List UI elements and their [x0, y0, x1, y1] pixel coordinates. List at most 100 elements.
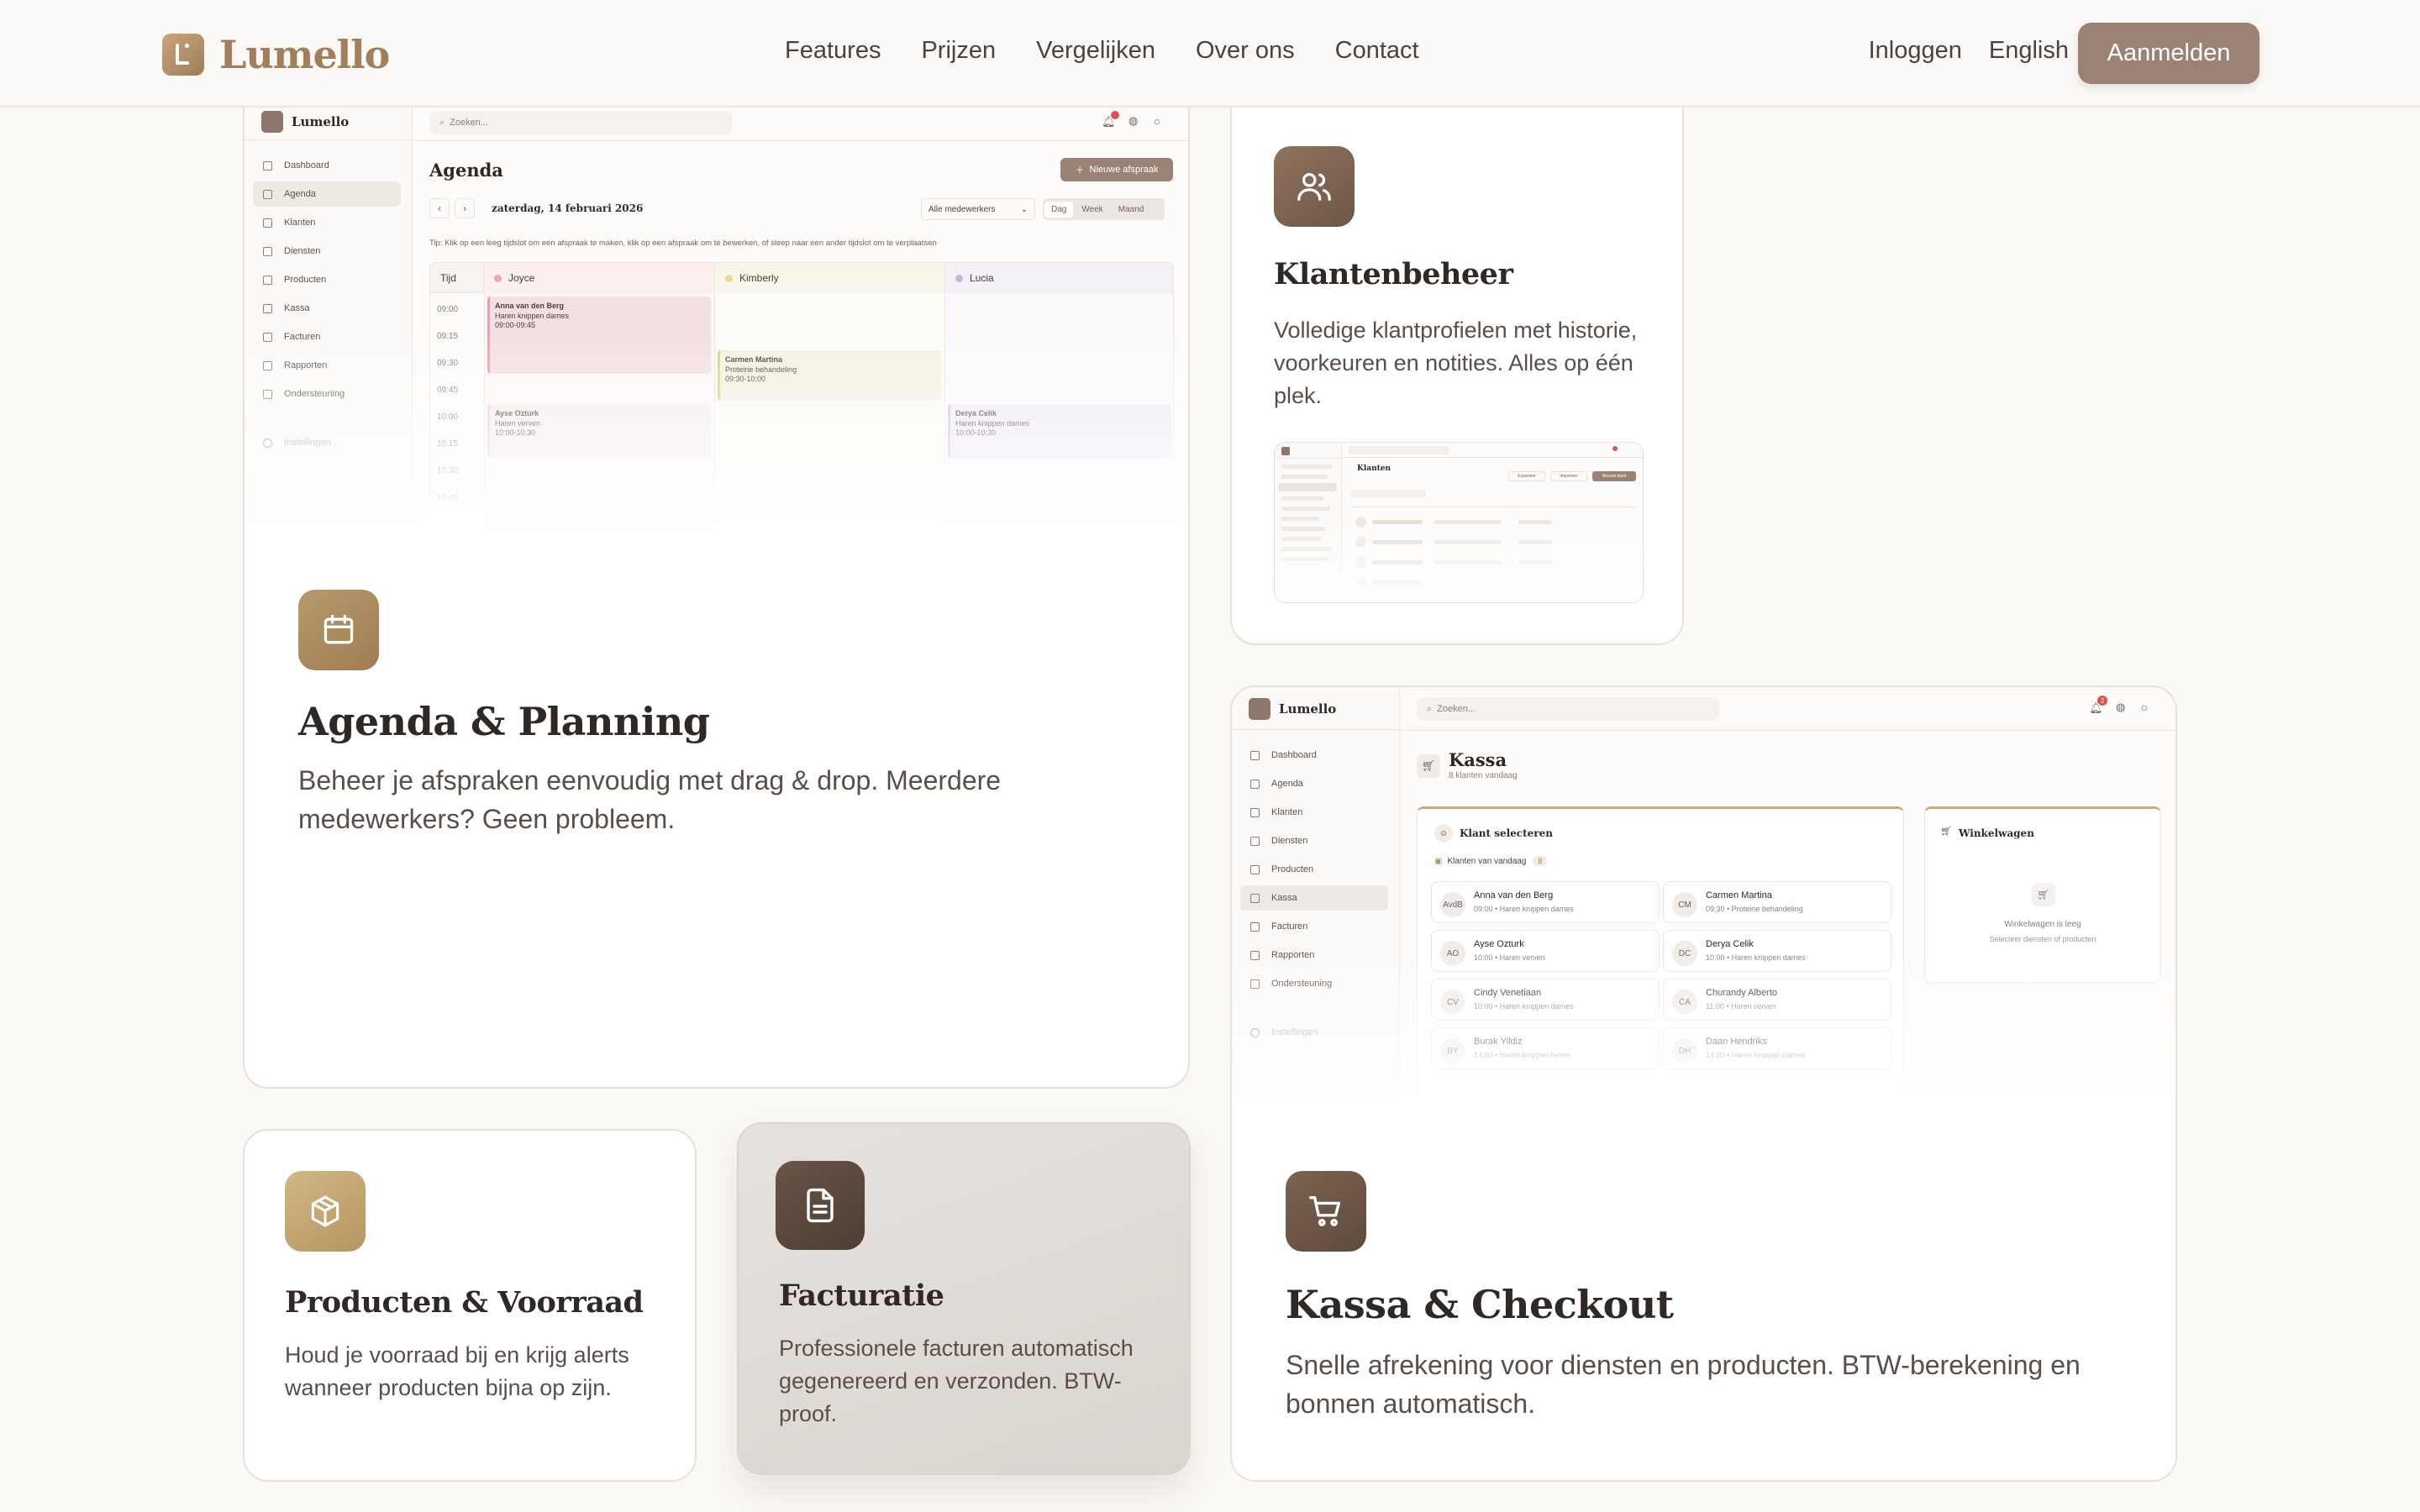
preview-calendar-grid: Tijd Joyce Kimberly Lucia 09:00 09:15 09… [429, 262, 1174, 539]
preview-view-toggle: Dag Week Maand [1043, 198, 1165, 220]
preview-staff-lucia: Lucia [944, 263, 1173, 293]
preview-tip: Tip: Klik op een leeg tijdslot om een af… [429, 239, 937, 248]
preview-view-month: Maand [1118, 204, 1144, 214]
login-link[interactable]: Inloggen [1869, 37, 1962, 65]
preview-new-client-button: Nieuwe klant [1592, 471, 1636, 481]
preview-cart-title: Winkelwagen [1959, 827, 2034, 839]
chevron-left-icon: ‹ [429, 198, 450, 218]
main-nav: Features Prijzen Vergelijken Over ons Co… [785, 37, 1419, 65]
invoices-feature-card[interactable]: Facturatie Professionele facturen automa… [737, 1122, 1191, 1475]
notification-badge: 3 [2097, 696, 2107, 706]
preview-slot: 10:30 [437, 466, 459, 475]
preview-nav-diensten: Diensten [253, 239, 401, 264]
preview-today-label: ▣ Klanten van vandaag 8 [1434, 856, 1548, 866]
preview-slot: 09:00 [437, 305, 459, 314]
cart-icon: 🛒︎ [2032, 883, 2055, 906]
preview-client-card: CV Cindy Venetiaan 10:00 • Haren knippen d… [1431, 979, 1660, 1021]
calendar-icon: ▣ [1434, 856, 1443, 866]
chevron-down-icon: ⌄ [1020, 204, 1028, 214]
preview-client-card: CA Churandy Alberto 11:00 • Haren verven [1663, 979, 1891, 1021]
preview-select-client-title: Klant selecteren [1460, 827, 1553, 839]
preview-select-client-panel: ☺ Klant selecteren ▣ Klanten van vandaag 8… [1417, 806, 1904, 1116]
preview-cart-empty: Winkelwagen is leeg [2004, 920, 2081, 929]
preview-view-week: Week [1081, 204, 1103, 214]
agenda-feature-card[interactable]: Lumello Dashboard Agenda Klanten Dienste… [243, 92, 1190, 1089]
preview-staff-joyce: Joyce [484, 263, 714, 293]
user-icon: ☺ [1434, 824, 1453, 843]
preview-appointment: Derya Celik Haren knippen dames 10:00-10:3… [948, 404, 1171, 458]
notification-badge [1111, 111, 1119, 119]
sun-icon: ☼ [1152, 114, 1162, 127]
preview-nav-agenda: Agenda [1240, 771, 1388, 796]
preview-nav-producten: Producten [1240, 857, 1388, 882]
preview-checkout-subtitle: 8 klanten vandaag [1449, 771, 1518, 780]
preview-appointment: Carmen Martina Proteine behandeling 09:30-… [718, 350, 941, 401]
nav-contact[interactable]: Contact [1335, 37, 1419, 65]
preview-client-card: CM Carmen Martina 09:30 • Proteine behande… [1663, 881, 1891, 923]
preview-nav-ondersteuning: Ondersteuning [253, 381, 401, 407]
preview-nav-producten: Producten [253, 267, 401, 292]
sun-icon: ☼ [2139, 701, 2149, 713]
checkout-app-preview: Lumello Dashboard Agenda Klanten Dienste… [1232, 687, 2175, 1116]
preview-nav-facturen: Facturen [1240, 914, 1388, 939]
preview-import-button: Importeer [1550, 471, 1587, 481]
preview-slot: 09:45 [437, 386, 459, 395]
clients-feature-card[interactable]: Klantenbeheer Volledige klantprofielen m… [1230, 92, 1684, 645]
products-card-description: Houd je voorraad bij en krijg alerts wan… [285, 1342, 629, 1401]
preview-nav-diensten: Diensten [1240, 828, 1388, 853]
products-feature-card[interactable]: Producten & Voorraad Houd je voorraad bi… [243, 1129, 697, 1482]
preview-nav-kassa: Kassa [1240, 885, 1388, 911]
preview-nav-klanten: Klanten [253, 210, 401, 235]
preview-staff-filter: Alle medewerkers ⌄ [921, 198, 1035, 220]
preview-slot: 09:30 [437, 359, 459, 368]
preview-view-day: Dag [1044, 201, 1074, 218]
box-icon [285, 1171, 366, 1252]
preview-clients-title: Klanten [1357, 465, 1392, 473]
cart-icon: 🛒︎ [1940, 827, 1952, 837]
preview-nav-agenda: Agenda [253, 181, 401, 207]
preview-nav-facturen: Facturen [253, 324, 401, 349]
nav-over-ons[interactable]: Over ons [1196, 37, 1295, 65]
nav-prijzen[interactable]: Prijzen [921, 37, 996, 65]
preview-slot: 10:45 [437, 493, 459, 502]
clients-app-preview: Klanten Exporteer Importeer Nieuwe klant [1274, 442, 1644, 603]
preview-appointment: Anna van den Berg Haren knippen dames 09:0… [487, 297, 711, 374]
nav-vergelijken[interactable]: Vergelijken [1036, 37, 1155, 65]
preview-new-appointment-button: ＋ Nieuwe afspraak [1060, 158, 1173, 181]
agenda-card-description: Beheer je afspraken eenvoudig met drag &… [298, 765, 1002, 835]
preview-search: ⌕ Zoeken... [429, 111, 732, 134]
checkout-feature-card[interactable]: Lumello Dashboard Agenda Klanten Dienste… [1230, 685, 2177, 1482]
cart-icon: 🛒︎ [1417, 754, 1440, 778]
preview-nav-rapporten: Rapporten [1240, 942, 1388, 968]
preview-slot: 10:15 [437, 439, 459, 449]
preview-brand: Lumello [1279, 701, 1337, 717]
preview-nav-rapporten: Rapporten [253, 353, 401, 378]
logo[interactable]: Lumello [162, 32, 390, 77]
signup-button[interactable]: Aanmelden [2078, 23, 2260, 84]
preview-search: ⌕ Zoeken... [1417, 697, 1719, 721]
preview-brand: Lumello [292, 114, 350, 129]
preview-cart-panel: 🛒︎ Winkelwagen 🛒︎ Winkelwagen is leeg Se… [1924, 806, 2161, 983]
logo-mark-icon [162, 34, 204, 76]
nav-features[interactable]: Features [785, 37, 881, 65]
preview-date: zaterdag, 14 februari 2026 [492, 202, 644, 214]
preview-slot: 10:00 [437, 412, 459, 422]
checkout-card-title: Kassa & Checkout [1286, 1282, 1674, 1327]
invoices-card-title: Facturatie [779, 1278, 944, 1313]
preview-agenda-title: Agenda [429, 160, 503, 181]
calendar-icon [298, 590, 379, 670]
preview-nav-dashboard: Dashboard [253, 153, 401, 178]
preview-nav-ondersteuning: Ondersteuning [1240, 971, 1388, 996]
invoices-card-description: Professionele facturen automatisch gegen… [779, 1336, 1134, 1427]
logo-text: Lumello [219, 32, 390, 77]
preview-agenda-main: Agenda ＋ Nieuwe afspraak ‹ › zaterdag, 14… [413, 141, 1188, 541]
preview-nav-klanten: Klanten [1240, 800, 1388, 825]
language-switch[interactable]: English [1989, 37, 2069, 65]
preview-topbar: ⌕ Zoeken... 🔔︎ ◍ ☼ [413, 104, 1188, 141]
preview-client-card: DC Derya Celik 10:00 • Haren knippen dames [1663, 930, 1891, 972]
search-icon: ⌕ [439, 117, 445, 128]
preview-nav-instellingen: Instellingen [253, 430, 401, 455]
preview-appointment: Ayse Ozturk Haren verven 10:00-10:30 [487, 404, 711, 458]
clients-card-description: Volledige klantprofielen met historie, v… [1274, 318, 1638, 409]
search-icon: ⌕ [1427, 703, 1433, 714]
